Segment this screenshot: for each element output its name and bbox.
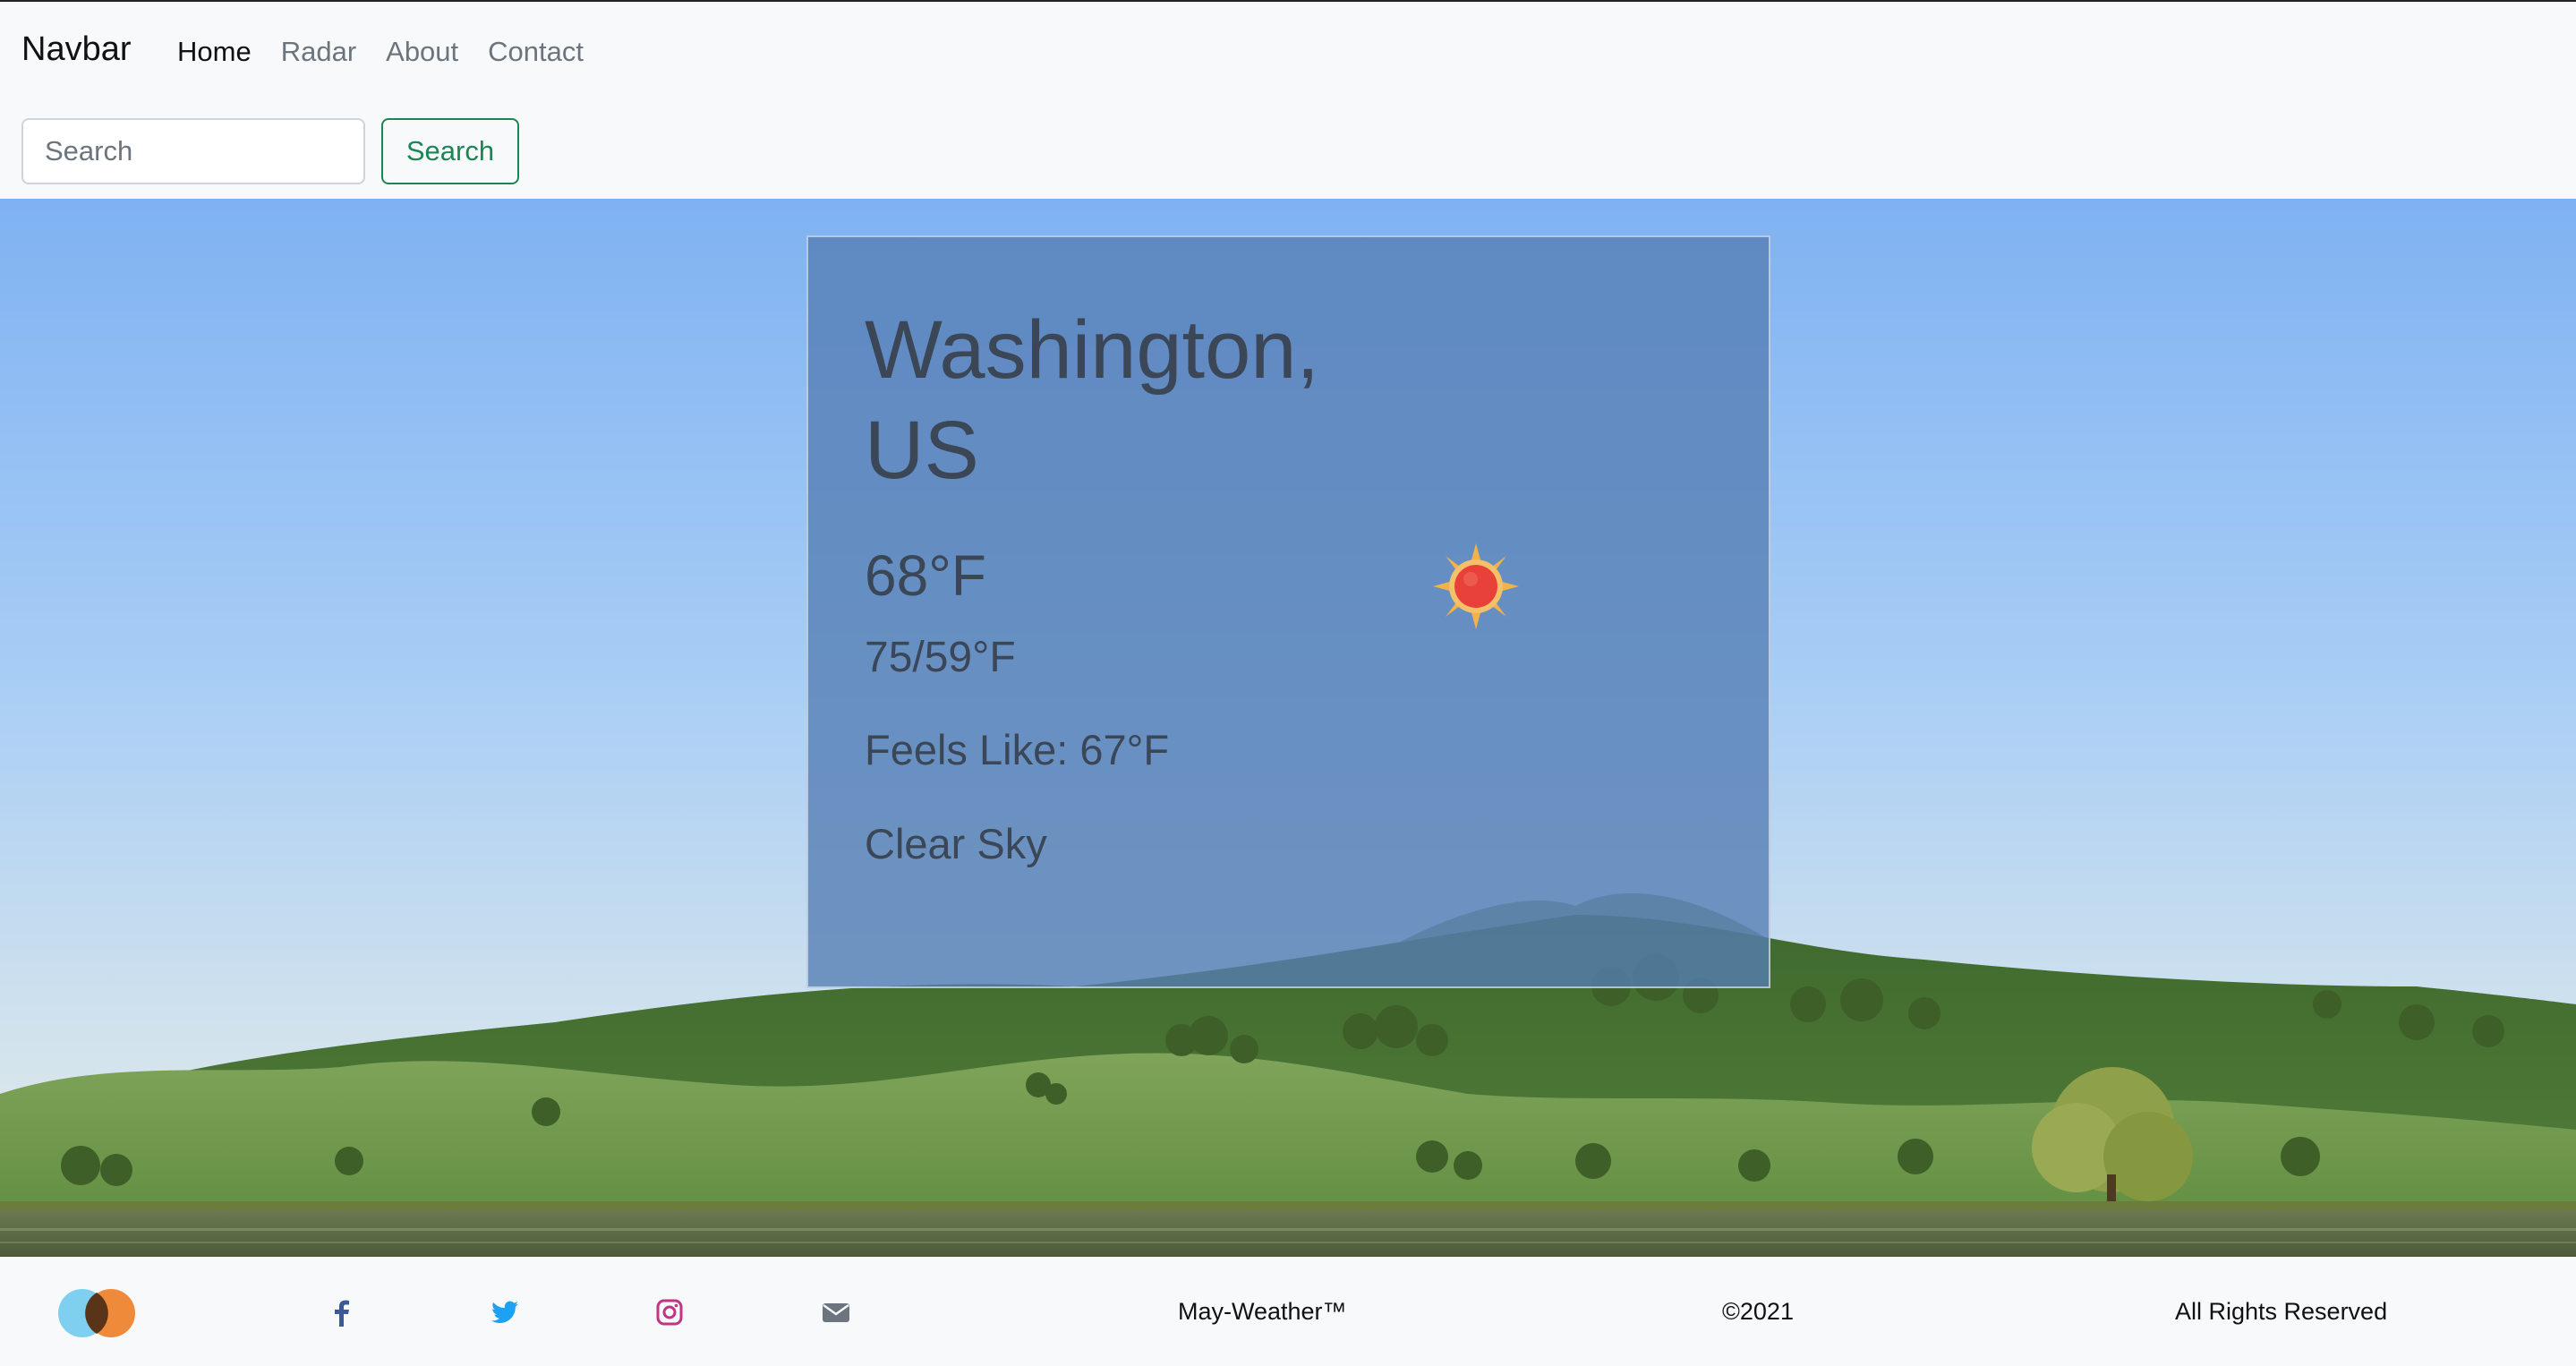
current-temperature: 68°F (865, 543, 986, 608)
search-input[interactable] (21, 118, 365, 184)
twitter-icon[interactable] (489, 1296, 521, 1328)
high-low-temperature: 75/59°F (865, 634, 1016, 681)
footer-brand: May-Weather™ (1178, 1298, 1347, 1325)
nav-link-contact[interactable]: Contact (488, 36, 584, 68)
nav-link-home[interactable]: Home (177, 36, 252, 68)
facebook-icon[interactable] (326, 1296, 358, 1328)
footer: May-Weather™ ©2021 All Rights Reserved (0, 1257, 2576, 1366)
feels-like: Feels Like: 67°F (865, 726, 1170, 773)
overlapping-circles-logo[interactable] (57, 1287, 138, 1339)
nav-link-radar[interactable]: Radar (281, 36, 356, 68)
navbar-brand[interactable]: Navbar (21, 30, 132, 69)
nav-link-about[interactable]: About (386, 36, 458, 68)
nav-links: Home Radar About Contact (177, 36, 613, 68)
search-button[interactable]: Search (381, 118, 519, 184)
instagram-icon[interactable] (653, 1296, 686, 1328)
weather-description: Clear Sky (865, 820, 1047, 867)
city-name: Washington, US (865, 304, 1319, 496)
footer-rights: All Rights Reserved (2175, 1298, 2388, 1325)
weather-card: Washington, US 68°F 75/59°F Feels Like: … (806, 235, 1770, 988)
envelope-icon[interactable] (820, 1296, 852, 1328)
sun-icon (1433, 543, 1519, 629)
footer-copyright: ©2021 (1722, 1298, 1794, 1325)
navbar: Navbar Home Radar About Contact Search (0, 2, 2576, 199)
